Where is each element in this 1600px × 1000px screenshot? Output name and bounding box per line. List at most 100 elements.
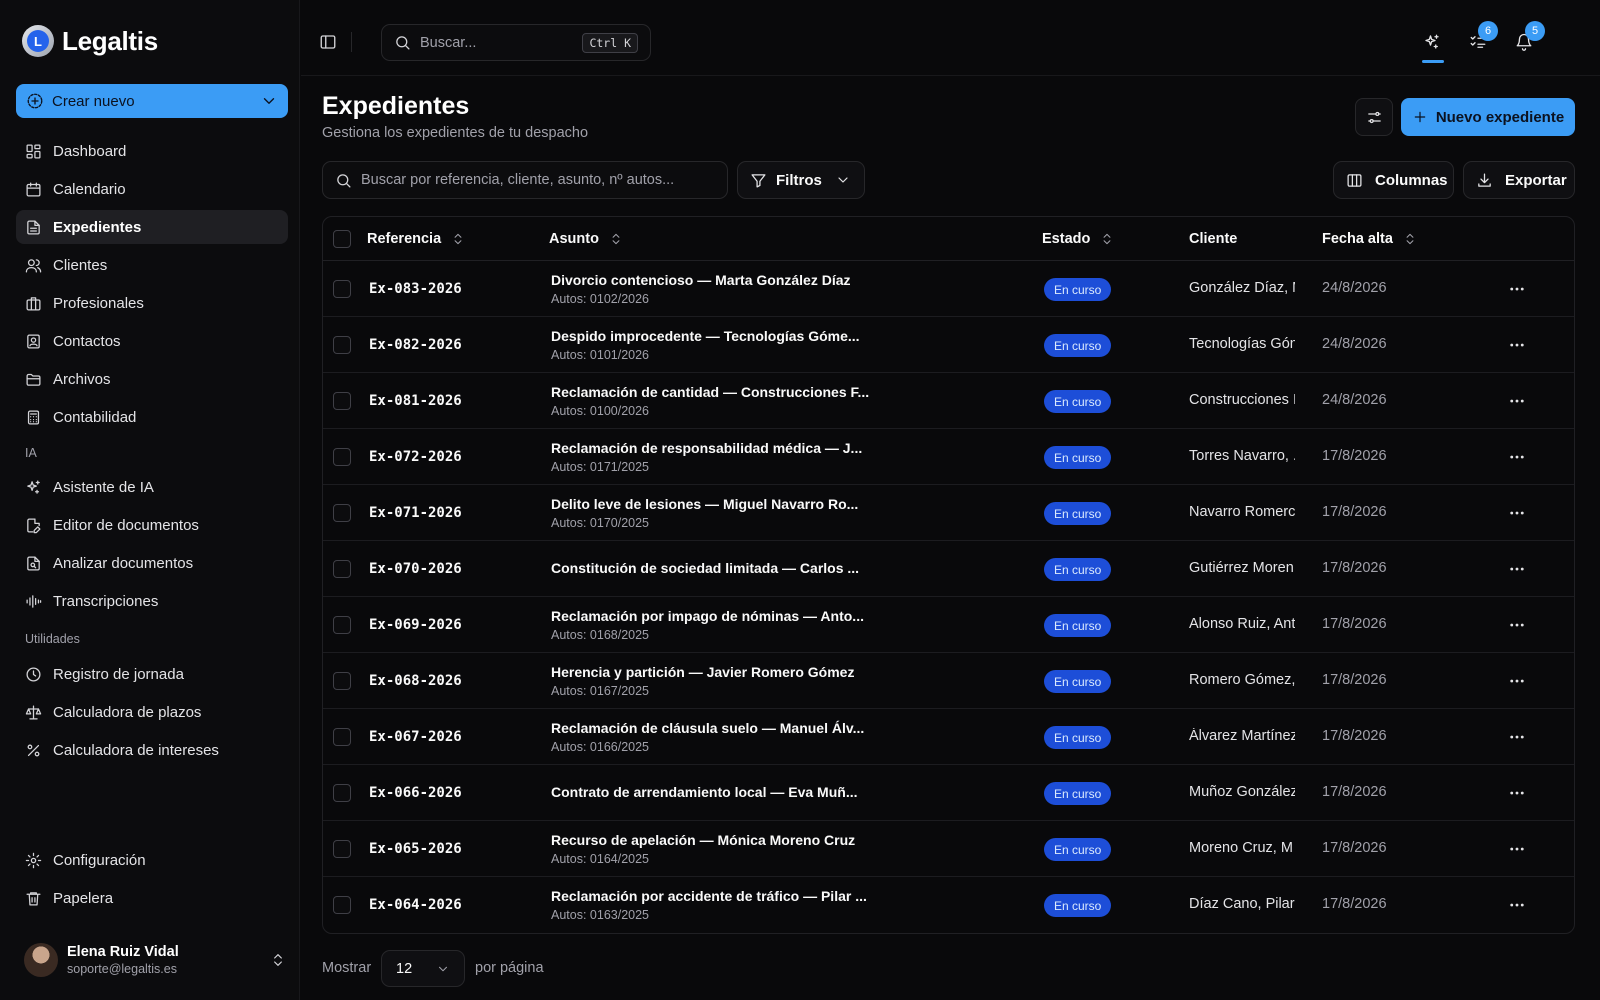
case-subject[interactable]: Reclamación de cláusula suelo — Manuel Á…	[551, 720, 881, 754]
row-checkbox[interactable]	[333, 840, 351, 858]
case-subject[interactable]: Constitución de sociedad limitada — Carl…	[551, 560, 881, 576]
case-reference[interactable]: Ex-083-2026	[369, 281, 462, 297]
more-options-icon[interactable]	[1508, 336, 1526, 354]
sidebar-toggle-icon[interactable]	[319, 33, 337, 51]
column-header-cliente[interactable]: Cliente	[1189, 231, 1237, 247]
row-checkbox[interactable]	[333, 392, 351, 410]
more-options-icon[interactable]	[1508, 672, 1526, 690]
case-subject[interactable]: Recurso de apelación — Mónica Moreno Cru…	[551, 832, 881, 866]
page-size-select[interactable]: 12	[381, 950, 465, 987]
select-all-checkbox[interactable]	[333, 230, 351, 248]
table-row[interactable]: Ex-081-2026 Reclamación de cantidad — Con…	[323, 373, 1574, 429]
row-checkbox[interactable]	[333, 560, 351, 578]
case-reference[interactable]: Ex-072-2026	[369, 449, 462, 465]
columns-button[interactable]: Columnas	[1333, 161, 1454, 199]
case-subject[interactable]: Reclamación de responsabilidad médica — …	[551, 440, 881, 474]
more-options-icon[interactable]	[1508, 280, 1526, 298]
column-header-estado[interactable]: Estado	[1042, 231, 1114, 247]
app-logo[interactable]: L Legaltis	[22, 25, 158, 57]
table-row[interactable]: Ex-083-2026 Divorcio contencioso — Marta …	[323, 261, 1574, 317]
case-reference[interactable]: Ex-070-2026	[369, 561, 462, 577]
more-options-icon[interactable]	[1508, 728, 1526, 746]
sidebar-item-profesionales[interactable]: Profesionales	[16, 286, 288, 320]
row-checkbox[interactable]	[333, 448, 351, 466]
more-options-icon[interactable]	[1508, 784, 1526, 802]
more-options-icon[interactable]	[1508, 448, 1526, 466]
sidebar-item-calendario[interactable]: Calendario	[16, 172, 288, 206]
sidebar-item-registro-jornada[interactable]: Registro de jornada	[16, 657, 288, 691]
column-header-asunto[interactable]: Asunto	[549, 231, 623, 247]
sidebar-item-editor-documentos[interactable]: Editor de documentos	[16, 508, 288, 542]
sidebar-item-archivos[interactable]: Archivos	[16, 362, 288, 396]
export-button[interactable]: Exportar	[1463, 161, 1575, 199]
sidebar-item-clientes[interactable]: Clientes	[16, 248, 288, 282]
sidebar-item-label: Archivos	[53, 370, 111, 388]
row-checkbox[interactable]	[333, 336, 351, 354]
sidebar-item-calculadora-intereses[interactable]: Calculadora de intereses	[16, 733, 288, 767]
case-reference[interactable]: Ex-066-2026	[369, 785, 462, 801]
case-client: Torres Navarro, .	[1189, 448, 1295, 464]
table-row[interactable]: Ex-069-2026 Reclamación por impago de nóm…	[323, 597, 1574, 653]
row-checkbox[interactable]	[333, 280, 351, 298]
sidebar-item-analizar-documentos[interactable]: Analizar documentos	[16, 546, 288, 580]
case-subject[interactable]: Despido improcedente — Tecnologías Góme.…	[551, 328, 881, 362]
create-new-button[interactable]: Crear nuevo	[16, 84, 288, 118]
case-reference[interactable]: Ex-065-2026	[369, 841, 462, 857]
sidebar-item-configuracion[interactable]: Configuración	[16, 843, 288, 877]
column-header-referencia[interactable]: Referencia	[367, 231, 465, 247]
case-reference[interactable]: Ex-081-2026	[369, 393, 462, 409]
row-checkbox[interactable]	[333, 728, 351, 746]
filters-button[interactable]: Filtros	[737, 161, 865, 199]
row-checkbox[interactable]	[333, 504, 351, 522]
case-reference[interactable]: Ex-067-2026	[369, 729, 462, 745]
more-options-icon[interactable]	[1508, 840, 1526, 858]
row-checkbox[interactable]	[333, 616, 351, 634]
sidebar-item-contabilidad[interactable]: Contabilidad	[16, 400, 288, 434]
table-row[interactable]: Ex-072-2026 Reclamación de responsabilida…	[323, 429, 1574, 485]
global-search-input[interactable]: Buscar... Ctrl K	[381, 24, 651, 61]
sidebar-item-calculadora-plazos[interactable]: Calculadora de plazos	[16, 695, 288, 729]
table-row[interactable]: Ex-067-2026 Reclamación de cláusula suelo…	[323, 709, 1574, 765]
case-subject[interactable]: Reclamación por accidente de tráfico — P…	[551, 888, 881, 922]
sidebar-item-expedientes[interactable]: Expedientes	[16, 210, 288, 244]
case-reference[interactable]: Ex-068-2026	[369, 673, 462, 689]
row-checkbox[interactable]	[333, 896, 351, 914]
table-row[interactable]: Ex-071-2026 Delito leve de lesiones — Mig…	[323, 485, 1574, 541]
case-search-input[interactable]: Buscar por referencia, cliente, asunto, …	[322, 161, 728, 199]
more-options-icon[interactable]	[1508, 504, 1526, 522]
ai-sparkles-icon[interactable]	[1423, 33, 1441, 51]
sidebar-item-transcripciones[interactable]: Transcripciones	[16, 584, 288, 618]
case-reference[interactable]: Ex-064-2026	[369, 897, 462, 913]
table-row[interactable]: Ex-070-2026 Constitución de sociedad limi…	[323, 541, 1574, 597]
sidebar-item-contactos[interactable]: Contactos	[16, 324, 288, 358]
table-row[interactable]: Ex-068-2026 Herencia y partición — Javier…	[323, 653, 1574, 709]
more-options-icon[interactable]	[1508, 560, 1526, 578]
column-header-fecha-alta[interactable]: Fecha alta	[1322, 231, 1417, 247]
view-settings-button[interactable]	[1355, 98, 1393, 136]
case-reference[interactable]: Ex-082-2026	[369, 337, 462, 353]
case-subject[interactable]: Reclamación de cantidad — Construcciones…	[551, 384, 881, 418]
user-info: Elena Ruiz Vidal soporte@legaltis.es	[67, 944, 179, 976]
table-row[interactable]: Ex-064-2026 Reclamación por accidente de …	[323, 877, 1574, 933]
more-options-icon[interactable]	[1508, 616, 1526, 634]
case-subject[interactable]: Contrato de arrendamiento local — Eva Mu…	[551, 784, 881, 800]
sidebar-item-papelera[interactable]: Papelera	[16, 881, 288, 915]
sidebar-item-asistente-ia[interactable]: Asistente de IA	[16, 470, 288, 504]
case-reference[interactable]: Ex-069-2026	[369, 617, 462, 633]
row-checkbox[interactable]	[333, 672, 351, 690]
user-menu[interactable]: Elena Ruiz Vidal soporte@legaltis.es	[24, 940, 286, 980]
row-checkbox[interactable]	[333, 784, 351, 802]
table-row[interactable]: Ex-082-2026 Despido improcedente — Tecnol…	[323, 317, 1574, 373]
case-subject[interactable]: Divorcio contencioso — Marta González Dí…	[551, 272, 881, 306]
case-subject[interactable]: Reclamación por impago de nóminas — Anto…	[551, 608, 881, 642]
table-row[interactable]: Ex-066-2026 Contrato de arrendamiento loc…	[323, 765, 1574, 821]
table-row[interactable]: Ex-065-2026 Recurso de apelación — Mónica…	[323, 821, 1574, 877]
more-options-icon[interactable]	[1508, 896, 1526, 914]
sidebar-item-dashboard[interactable]: Dashboard	[16, 134, 288, 168]
case-reference[interactable]: Ex-071-2026	[369, 505, 462, 521]
case-subject[interactable]: Herencia y partición — Javier Romero Góm…	[551, 664, 881, 698]
case-subject[interactable]: Delito leve de lesiones — Miguel Navarro…	[551, 496, 881, 530]
case-autos-number: Autos: 0102/2026	[551, 292, 649, 306]
more-options-icon[interactable]	[1508, 392, 1526, 410]
new-case-button[interactable]: Nuevo expediente	[1401, 98, 1575, 136]
